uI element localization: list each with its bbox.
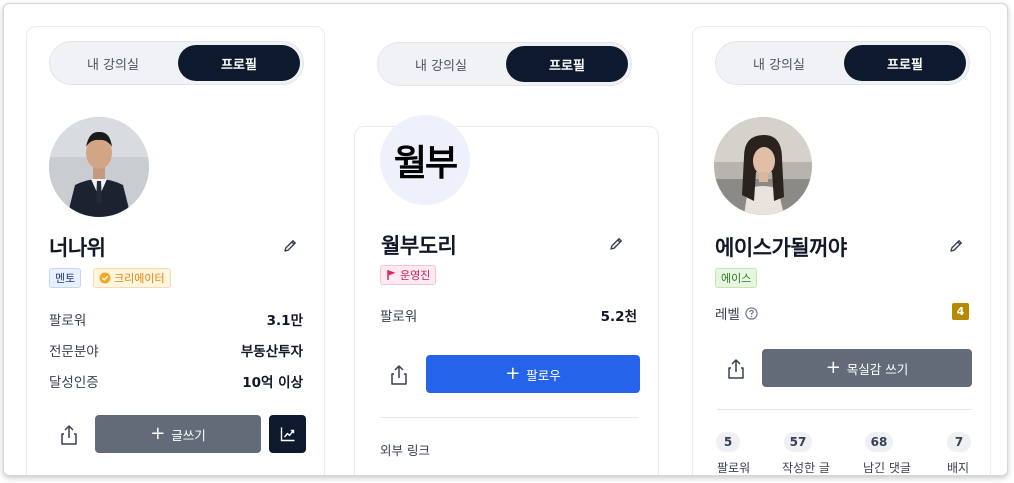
view-toggle: 내 강의실 프로필	[377, 42, 632, 86]
tab-my-classroom[interactable]: 내 강의실	[724, 45, 834, 81]
avatar: 월부	[380, 115, 470, 205]
badge-ace: 에이스	[715, 268, 758, 288]
trending-up-icon	[280, 427, 294, 442]
plus-icon: +	[825, 357, 841, 378]
avatar-photo-woman	[714, 117, 812, 215]
help-icon[interactable]	[745, 306, 758, 320]
tab-profile[interactable]: 프로필	[506, 46, 628, 82]
divider	[380, 417, 639, 418]
plus-icon: +	[505, 363, 521, 384]
write-diary-button[interactable]: + 목실감 쓰기	[762, 349, 972, 387]
share-icon[interactable]	[58, 423, 80, 447]
row-value-achievement: 10억 이상	[242, 375, 303, 391]
profile-name: 너나위	[49, 236, 106, 260]
edit-icon[interactable]	[607, 235, 625, 253]
avatar	[49, 117, 149, 217]
verified-check-icon	[99, 272, 111, 284]
stat-followers-count[interactable]: 5	[716, 432, 740, 452]
external-link-label[interactable]: 외부 링크	[380, 440, 430, 459]
profile-card-ace: 내 강의실 프로필 에이스가될꺼야 에이스 레벨 4 + 목실감 쓰기 5 팔로…	[692, 26, 991, 475]
stat-badges-count[interactable]: 7	[947, 432, 971, 452]
profile-card-nanawi: 내 강의실 프로필 너나위 멘토 크리에이터 팔로워 3.1만 전문분야 부동산…	[26, 26, 325, 475]
follow-button[interactable]: + 팔로우	[426, 355, 640, 393]
tab-profile[interactable]: 프로필	[178, 45, 300, 81]
write-post-label: 글쓰기	[171, 427, 206, 443]
write-diary-label: 목실감 쓰기	[846, 361, 909, 377]
level-label-text: 레벨	[715, 307, 740, 323]
tab-my-classroom[interactable]: 내 강의실	[58, 45, 168, 81]
plus-icon: +	[150, 423, 166, 444]
stat-badges-label: 배지	[947, 461, 970, 475]
screenshot-frame: 내 강의실 프로필 너나위 멘토 크리에이터 팔로워 3.1만 전문분야 부동산…	[3, 3, 1008, 476]
write-post-button[interactable]: + 글쓰기	[95, 415, 261, 453]
badge-ace-label: 에이스	[721, 272, 752, 285]
badge-staff: 운영진	[380, 265, 437, 285]
stat-comments-label: 남긴 댓글	[863, 461, 911, 475]
profile-name: 월부도리	[381, 234, 457, 258]
row-value-followers: 3.1만	[266, 313, 303, 329]
flag-icon	[387, 270, 396, 280]
share-icon[interactable]	[388, 363, 410, 387]
edit-icon[interactable]	[947, 237, 965, 255]
badge-mentor-label: 멘토	[55, 272, 76, 285]
stat-followers-label: 팔로워	[717, 461, 751, 475]
row-value-specialty: 부동산투자	[240, 344, 303, 360]
tab-profile[interactable]: 프로필	[844, 45, 966, 81]
edit-icon[interactable]	[281, 237, 299, 255]
row-value-followers: 5.2천	[600, 309, 637, 325]
stats-button[interactable]	[269, 415, 306, 453]
view-toggle: 내 강의실 프로필	[715, 41, 970, 85]
tab-my-classroom[interactable]: 내 강의실	[386, 46, 496, 82]
level-label: 레벨	[715, 303, 758, 323]
stat-posts-label: 작성한 글	[782, 461, 830, 475]
row-label-achievement: 달성인증	[49, 375, 99, 391]
row-label-specialty: 전문분야	[49, 344, 99, 360]
follow-label: 팔로우	[526, 367, 561, 383]
badge-creator: 크리에이터	[93, 268, 171, 288]
divider	[717, 409, 972, 410]
stat-comments-count[interactable]: 68	[865, 432, 893, 452]
badge-staff-label: 운영진	[400, 269, 431, 282]
badge-mentor: 멘토	[49, 268, 82, 288]
row-label-followers: 팔로워	[380, 309, 418, 325]
row-label-followers: 팔로워	[49, 313, 87, 329]
avatar	[714, 117, 812, 215]
view-toggle: 내 강의실 프로필	[49, 41, 304, 85]
level-badge: 4	[952, 303, 969, 320]
avatar-logo-text: 월부	[393, 143, 458, 184]
avatar-photo-man-in-suit	[49, 117, 149, 217]
share-icon[interactable]	[725, 357, 747, 381]
profile-name: 에이스가될꺼야	[715, 236, 847, 260]
badge-creator-label: 크리에이터	[114, 272, 165, 285]
stat-posts-count[interactable]: 57	[784, 432, 812, 452]
